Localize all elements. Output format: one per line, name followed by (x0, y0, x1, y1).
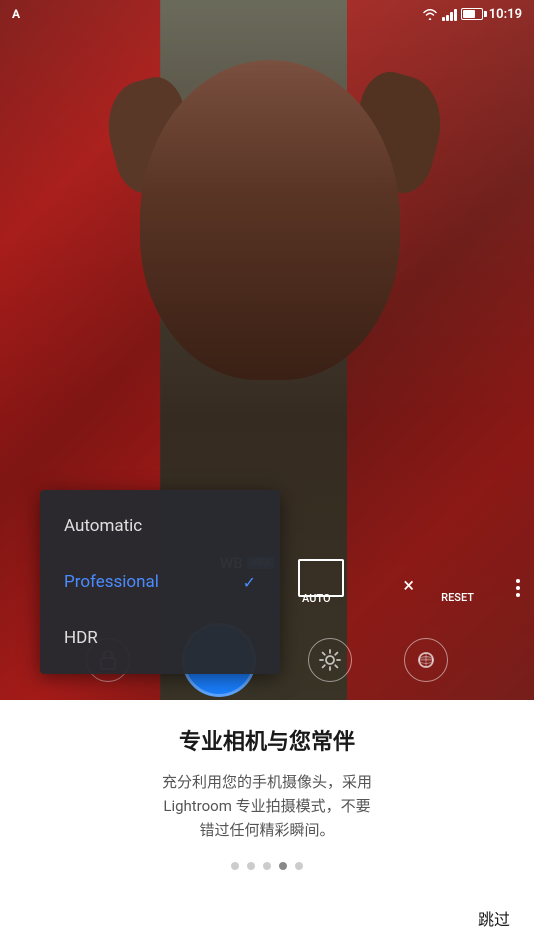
signal-icon (442, 7, 457, 21)
dropdown-item-hdr-label: HDR (64, 628, 98, 648)
reset-label: RESET (441, 591, 474, 604)
status-bar-left: A (12, 7, 20, 21)
brightness-icon (319, 649, 341, 671)
close-button[interactable]: × (403, 573, 414, 597)
wb-circle-icon (415, 649, 437, 671)
status-bar-right: 10:19 (422, 7, 522, 22)
card-description: 充分利用您的手机摄像头，采用Lightroom 专业拍摄模式，不要错过任何精彩瞬… (162, 770, 372, 842)
reset-button[interactable]: RESET (441, 586, 474, 605)
auto-control[interactable]: AUTO (302, 592, 331, 605)
card-title: 专业相机与您常伴 (179, 724, 355, 756)
more-button[interactable] (516, 579, 520, 597)
dot-1 (231, 862, 239, 870)
more-icon (516, 579, 520, 597)
skip-button[interactable]: 跳过 (478, 906, 510, 930)
dot-5 (295, 862, 303, 870)
wb-circle-button[interactable] (404, 638, 448, 682)
brightness-button[interactable] (308, 638, 352, 682)
status-bar: A 10:19 (0, 0, 534, 28)
close-icon: × (403, 573, 414, 597)
dot-3 (263, 862, 271, 870)
check-icon: ✓ (243, 573, 256, 592)
dropdown-item-hdr[interactable]: HDR (40, 610, 280, 666)
status-time: 10:19 (489, 7, 522, 22)
pagination-dots (231, 862, 303, 870)
app-icon: A (12, 7, 20, 21)
dropdown-item-automatic-label: Automatic (64, 516, 142, 536)
bottom-card: 专业相机与您常伴 充分利用您的手机摄像头，采用Lightroom 专业拍摄模式，… (0, 700, 534, 950)
dot-2 (247, 862, 255, 870)
wifi-icon (422, 8, 438, 20)
auto-label: AUTO (302, 592, 331, 605)
battery-icon (461, 8, 483, 20)
mode-dropdown: Automatic Professional ✓ HDR (40, 490, 280, 674)
dropdown-item-professional-label: Professional (64, 572, 159, 592)
dropdown-item-professional[interactable]: Professional ✓ (40, 554, 280, 610)
dropdown-item-automatic[interactable]: Automatic (40, 498, 280, 554)
dot-4 (279, 862, 287, 870)
